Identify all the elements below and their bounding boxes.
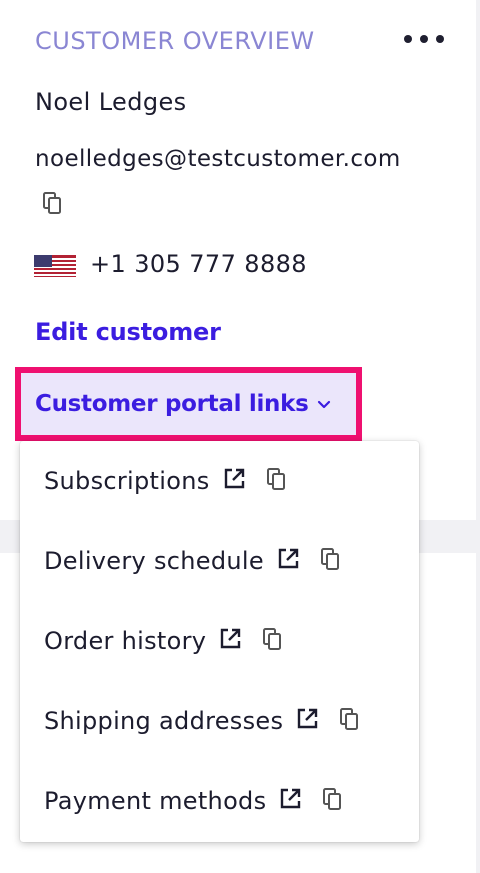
chevron-down-icon (317, 400, 330, 409)
copy-icon[interactable] (322, 787, 344, 815)
external-link-icon[interactable] (276, 547, 300, 575)
menu-item-order-history[interactable]: Order history (44, 621, 284, 661)
external-link-icon[interactable] (295, 707, 319, 735)
customer-name: Noel Ledges (35, 88, 187, 116)
more-options-button[interactable] (404, 30, 444, 48)
more-dot-icon (436, 35, 444, 43)
portal-links-label: Customer portal links (35, 391, 309, 417)
menu-item-label: Delivery schedule (44, 547, 264, 575)
section-title: CUSTOMER OVERVIEW (35, 27, 315, 55)
customer-portal-links-button[interactable]: Customer portal links (15, 367, 362, 441)
more-dot-icon (404, 35, 412, 43)
menu-item-label: Payment methods (44, 787, 267, 815)
external-link-icon[interactable] (218, 627, 242, 655)
copy-icon[interactable] (339, 707, 361, 735)
copy-icon[interactable] (262, 627, 284, 655)
edit-customer-link[interactable]: Edit customer (35, 318, 221, 346)
menu-item-shipping-addresses[interactable]: Shipping addresses (44, 701, 361, 741)
customer-email: noelledges@testcustomer.com (35, 146, 401, 172)
copy-icon[interactable] (42, 191, 64, 219)
more-dot-icon (420, 35, 428, 43)
us-flag-icon (34, 255, 76, 277)
menu-item-delivery-schedule[interactable]: Delivery schedule (44, 541, 342, 581)
menu-item-label: Shipping addresses (44, 707, 284, 735)
customer-phone: +1 305 777 8888 (90, 250, 307, 278)
portal-links-menu: Subscriptions Delivery schedule Order hi… (20, 441, 419, 842)
copy-icon[interactable] (266, 467, 288, 495)
copy-icon[interactable] (320, 547, 342, 575)
menu-item-subscriptions[interactable]: Subscriptions (44, 461, 288, 501)
menu-item-payment-methods[interactable]: Payment methods (44, 781, 344, 821)
external-link-icon[interactable] (222, 467, 246, 495)
external-link-icon[interactable] (278, 787, 302, 815)
menu-item-label: Order history (44, 627, 207, 655)
menu-item-label: Subscriptions (44, 467, 210, 495)
